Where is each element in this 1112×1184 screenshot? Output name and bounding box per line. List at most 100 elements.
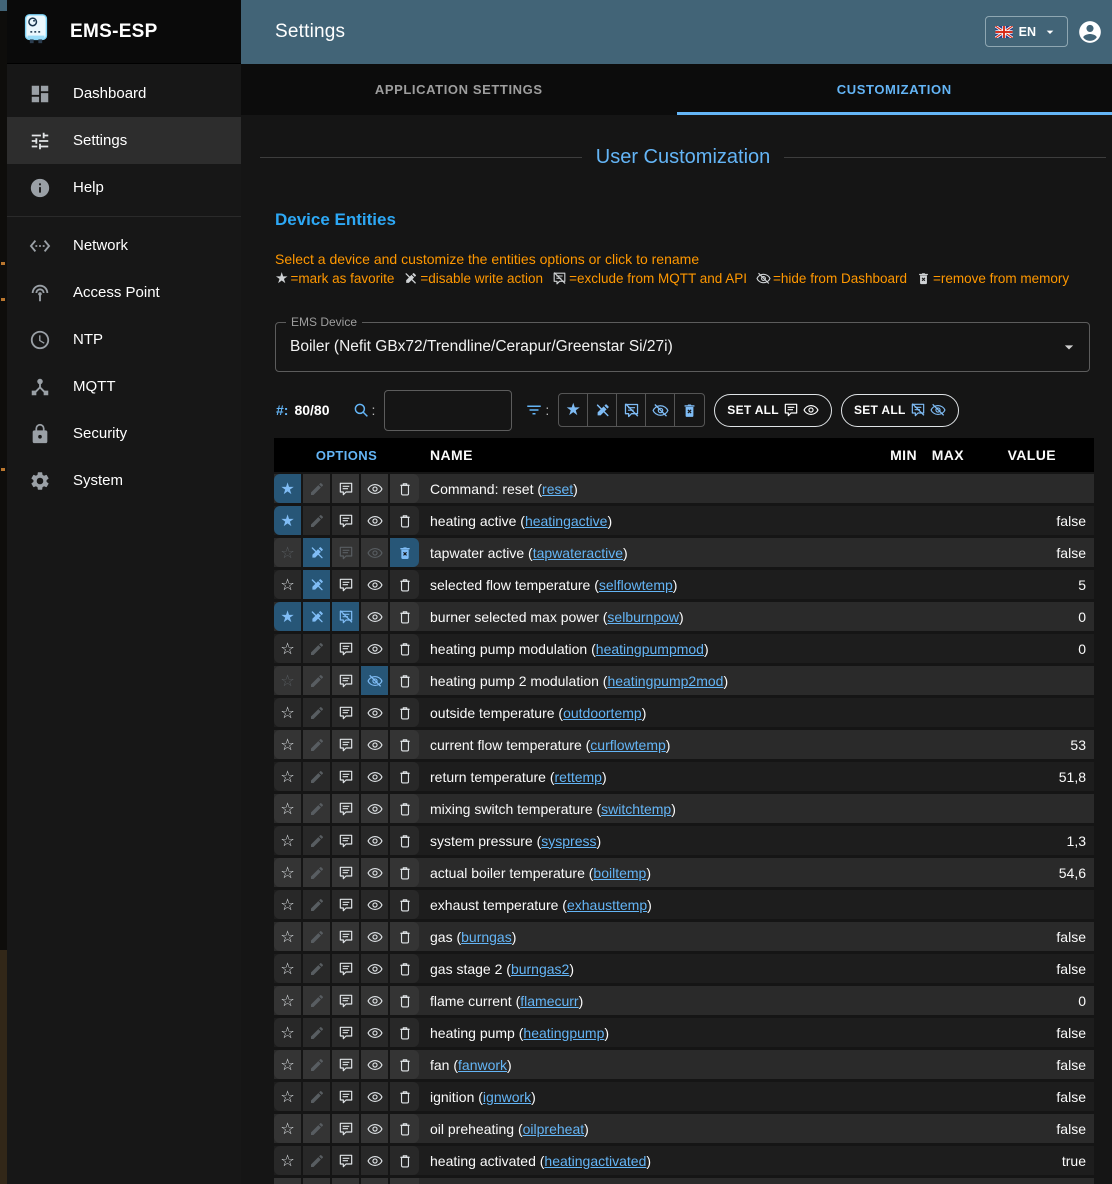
- visibility-toggle[interactable]: [361, 1146, 390, 1175]
- write-toggle[interactable]: [303, 1114, 332, 1143]
- favorite-toggle[interactable]: ☆: [274, 1082, 303, 1111]
- mqtt-toggle[interactable]: [332, 1114, 361, 1143]
- entity-shortname-link[interactable]: heatingpump2mod: [607, 673, 723, 689]
- favorite-toggle[interactable]: ☆: [274, 538, 303, 567]
- favorite-toggle[interactable]: ☆: [274, 698, 303, 727]
- entity-name[interactable]: Command: reset (reset): [419, 481, 870, 497]
- entity-name[interactable]: outside temperature (outdoortemp): [419, 705, 870, 721]
- write-toggle[interactable]: [303, 922, 332, 951]
- visibility-toggle[interactable]: [361, 570, 390, 599]
- entity-shortname-link[interactable]: rettemp: [555, 769, 602, 785]
- write-toggle[interactable]: [303, 474, 332, 503]
- favorite-toggle[interactable]: ★: [274, 474, 303, 503]
- filter-visibility-toggle[interactable]: [646, 394, 675, 426]
- visibility-toggle[interactable]: [361, 538, 390, 567]
- remove-toggle[interactable]: [390, 1146, 419, 1175]
- sidebar-item-access-point[interactable]: Access Point: [0, 269, 241, 316]
- entity-shortname-link[interactable]: outdoortemp: [563, 705, 642, 721]
- tab-customization[interactable]: CUSTOMIZATION: [677, 64, 1112, 115]
- entity-name[interactable]: heating pump 2 modulation (heatingpump2m…: [419, 673, 870, 689]
- favorite-toggle[interactable]: ☆: [274, 1050, 303, 1079]
- visibility-toggle[interactable]: [361, 1050, 390, 1079]
- mqtt-toggle[interactable]: [332, 1082, 361, 1111]
- filter-favorite-toggle[interactable]: ★: [559, 394, 588, 426]
- search-input[interactable]: [384, 390, 512, 431]
- write-toggle[interactable]: [303, 794, 332, 823]
- entity-name[interactable]: fan (fanwork): [419, 1057, 870, 1073]
- entity-shortname-link[interactable]: syspress: [541, 833, 596, 849]
- mqtt-toggle[interactable]: [332, 698, 361, 727]
- remove-toggle[interactable]: [390, 922, 419, 951]
- mqtt-toggle[interactable]: [332, 602, 361, 631]
- visibility-toggle[interactable]: [361, 1082, 390, 1111]
- entity-name[interactable]: system pressure (syspress): [419, 833, 870, 849]
- mqtt-toggle[interactable]: [332, 922, 361, 951]
- entity-name[interactable]: selected flow temperature (selflowtemp): [419, 577, 870, 593]
- remove-toggle[interactable]: [390, 1114, 419, 1143]
- entity-shortname-link[interactable]: tapwateractive: [533, 545, 623, 561]
- visibility-toggle[interactable]: [361, 666, 390, 695]
- favorite-toggle[interactable]: ☆: [274, 858, 303, 887]
- entity-shortname-link[interactable]: selflowtemp: [599, 577, 673, 593]
- favorite-toggle[interactable]: ☆: [274, 634, 303, 663]
- visibility-toggle[interactable]: [361, 602, 390, 631]
- favorite-toggle[interactable]: ☆: [274, 986, 303, 1015]
- visibility-toggle[interactable]: [361, 826, 390, 855]
- mqtt-toggle[interactable]: [332, 666, 361, 695]
- tab-application-settings[interactable]: APPLICATION SETTINGS: [241, 64, 677, 115]
- mqtt-toggle[interactable]: [332, 826, 361, 855]
- favorite-toggle[interactable]: ☆: [274, 1114, 303, 1143]
- write-toggle[interactable]: [303, 666, 332, 695]
- visibility-toggle[interactable]: [361, 506, 390, 535]
- mqtt-toggle[interactable]: [332, 762, 361, 791]
- write-toggle[interactable]: [303, 1050, 332, 1079]
- entity-shortname-link[interactable]: flamecurr: [520, 993, 578, 1009]
- favorite-toggle[interactable]: ☆: [274, 762, 303, 791]
- visibility-toggle[interactable]: [361, 762, 390, 791]
- entity-shortname-link[interactable]: heatingactive: [525, 513, 608, 529]
- entity-shortname-link[interactable]: curflowtemp: [590, 737, 665, 753]
- mqtt-toggle[interactable]: [332, 570, 361, 599]
- favorite-toggle[interactable]: ☆: [274, 1018, 303, 1047]
- mqtt-toggle[interactable]: [332, 986, 361, 1015]
- write-toggle[interactable]: [303, 826, 332, 855]
- entity-name[interactable]: gas stage 2 (burngas2): [419, 961, 870, 977]
- language-selector[interactable]: EN: [985, 16, 1068, 47]
- visibility-toggle[interactable]: [361, 858, 390, 887]
- mqtt-toggle[interactable]: [332, 858, 361, 887]
- entity-shortname-link[interactable]: selburnpow: [607, 609, 679, 625]
- ems-device-select[interactable]: EMS Device Boiler (Nefit GBx72/Trendline…: [275, 322, 1090, 372]
- mqtt-toggle[interactable]: [332, 474, 361, 503]
- sidebar-item-system[interactable]: System: [0, 457, 241, 504]
- mqtt-toggle[interactable]: [332, 1146, 361, 1175]
- favorite-toggle[interactable]: ☆: [274, 570, 303, 599]
- sidebar-item-ntp[interactable]: NTP: [0, 316, 241, 363]
- entity-name[interactable]: tapwater active (tapwateractive): [419, 545, 870, 561]
- remove-toggle[interactable]: [390, 826, 419, 855]
- filter-write-toggle[interactable]: [588, 394, 617, 426]
- entity-shortname-link[interactable]: exhausttemp: [567, 897, 647, 913]
- entity-shortname-link[interactable]: oilpreheat: [523, 1121, 585, 1137]
- write-toggle[interactable]: [303, 602, 332, 631]
- write-toggle[interactable]: [303, 986, 332, 1015]
- entity-name[interactable]: current flow temperature (curflowtemp): [419, 737, 870, 753]
- remove-toggle[interactable]: [390, 666, 419, 695]
- remove-toggle[interactable]: [390, 634, 419, 663]
- set-all-visible-button[interactable]: SET ALL: [714, 394, 832, 427]
- remove-toggle[interactable]: [390, 986, 419, 1015]
- remove-toggle[interactable]: [390, 538, 419, 567]
- entity-name[interactable]: flame current (flamecurr): [419, 993, 870, 1009]
- remove-toggle[interactable]: [390, 602, 419, 631]
- mqtt-toggle[interactable]: [332, 1050, 361, 1079]
- entity-name[interactable]: burner selected max power (selburnpow): [419, 609, 870, 625]
- visibility-toggle[interactable]: [361, 474, 390, 503]
- visibility-toggle[interactable]: [361, 986, 390, 1015]
- sidebar-item-network[interactable]: Network: [0, 222, 241, 269]
- sidebar-item-security[interactable]: Security: [0, 410, 241, 457]
- favorite-toggle[interactable]: ★: [274, 506, 303, 535]
- remove-toggle[interactable]: [390, 954, 419, 983]
- entity-shortname-link[interactable]: ignwork: [483, 1089, 531, 1105]
- mqtt-toggle[interactable]: [332, 794, 361, 823]
- entity-name[interactable]: heating pump (heatingpump): [419, 1025, 870, 1041]
- remove-toggle[interactable]: [390, 1018, 419, 1047]
